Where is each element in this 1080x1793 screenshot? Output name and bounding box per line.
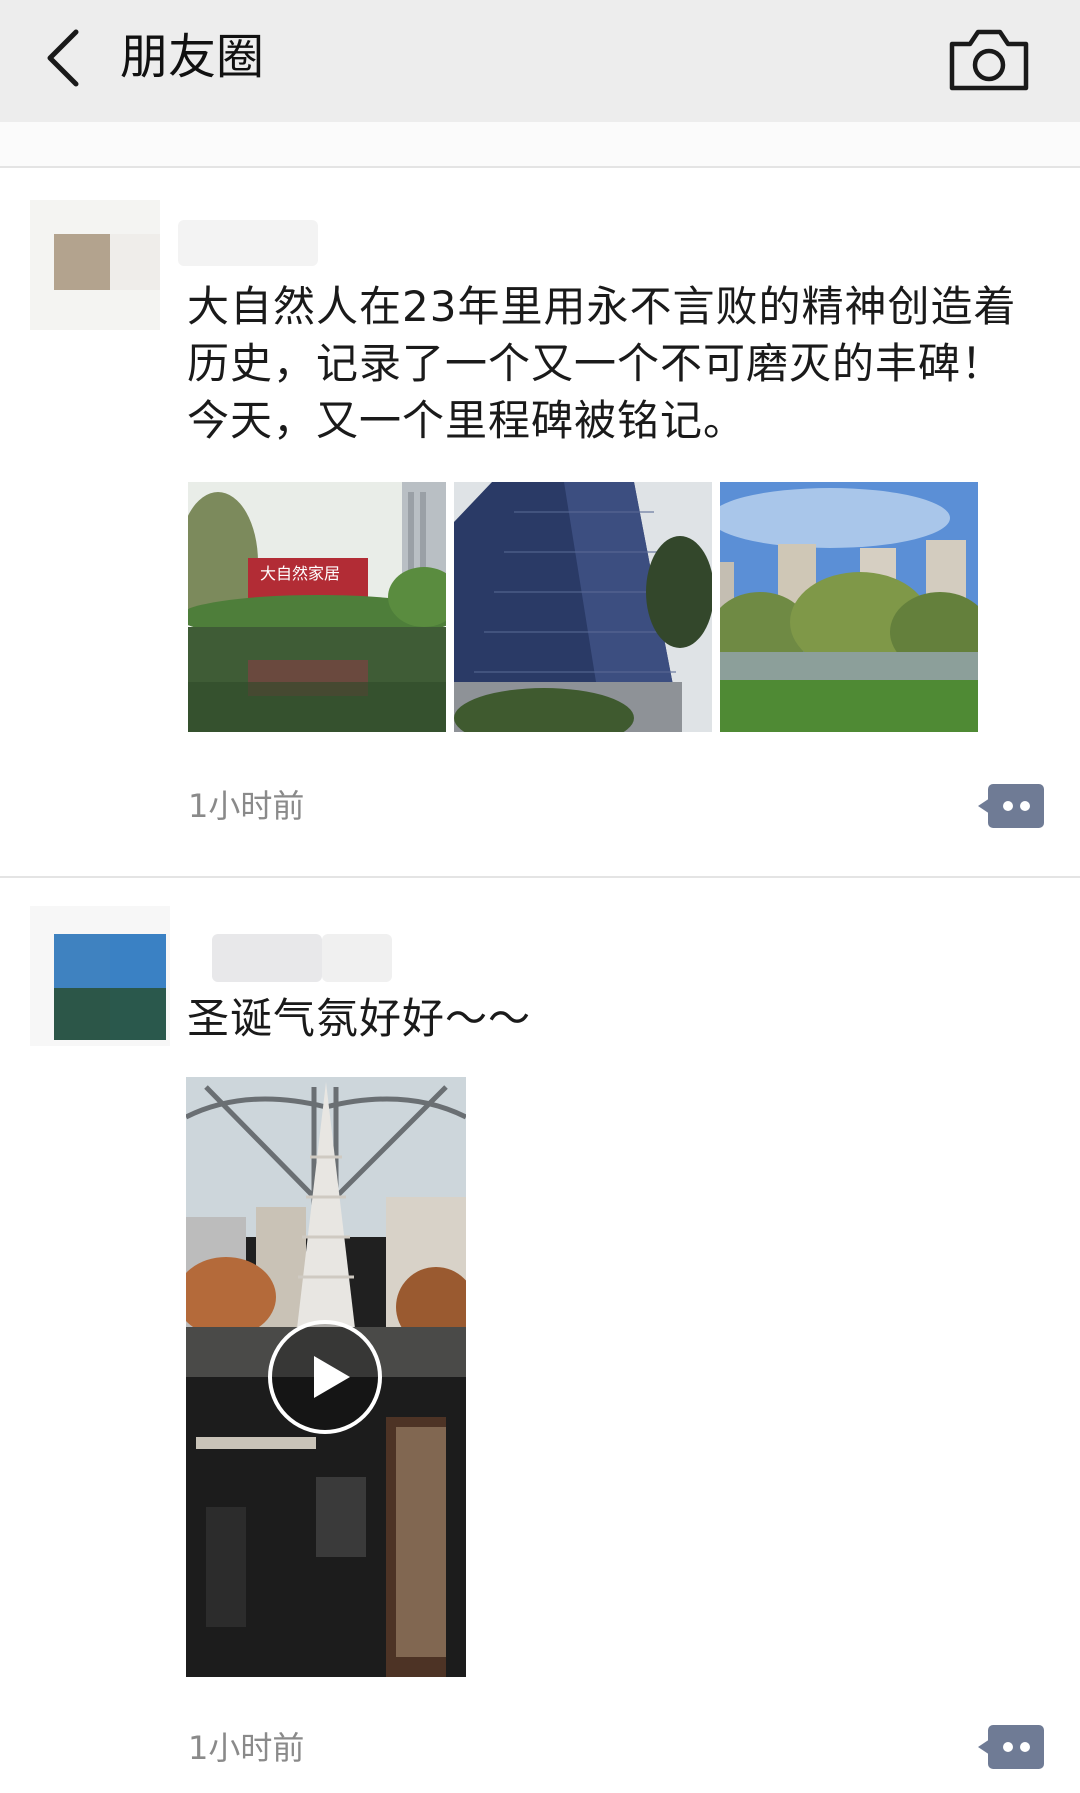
avatar-pixel bbox=[54, 988, 110, 1040]
username-blurred[interactable] bbox=[178, 220, 318, 266]
username-blurred[interactable] bbox=[212, 934, 322, 982]
chevron-left-icon bbox=[47, 29, 79, 87]
camera-icon bbox=[949, 29, 1029, 91]
header-spacer bbox=[0, 122, 1080, 168]
avatar[interactable] bbox=[30, 906, 170, 1046]
more-actions-button[interactable] bbox=[978, 1725, 1044, 1769]
page-title: 朋友圈 bbox=[120, 29, 265, 85]
avatar[interactable] bbox=[30, 200, 160, 330]
play-icon bbox=[268, 1320, 382, 1434]
post-photo-lake[interactable]: 大自然家居 bbox=[188, 482, 446, 732]
building-sign: 大自然家居 bbox=[260, 565, 340, 583]
camera-button[interactable] bbox=[946, 20, 1032, 96]
post-text: 圣诞气氛好好～～ bbox=[187, 994, 532, 1043]
comment-dots-icon bbox=[978, 1725, 1044, 1769]
avatar-pixel bbox=[110, 988, 166, 1040]
divider bbox=[0, 166, 1080, 168]
username-blurred bbox=[322, 934, 392, 982]
more-actions-button[interactable] bbox=[978, 784, 1044, 828]
post-photo-park[interactable] bbox=[720, 482, 978, 732]
comment-dots-icon bbox=[978, 784, 1044, 828]
play-button[interactable] bbox=[266, 1318, 384, 1436]
divider bbox=[0, 876, 1080, 878]
avatar-pixel bbox=[110, 934, 166, 988]
back-button[interactable] bbox=[28, 18, 108, 98]
post-time: 1小时前 bbox=[188, 787, 305, 825]
avatar-pixel bbox=[54, 234, 110, 290]
avatar-pixel bbox=[110, 234, 160, 290]
post-text: 大自然人在23年里用永不言败的精神创造着历史，记录了一个又一个不可磨灭的丰碑！今… bbox=[187, 282, 1017, 445]
top-bar: 朋友圈 bbox=[0, 0, 1080, 122]
post-time: 1小时前 bbox=[188, 1729, 305, 1767]
post-photo-tower[interactable] bbox=[454, 482, 712, 732]
avatar-pixel bbox=[54, 934, 110, 988]
